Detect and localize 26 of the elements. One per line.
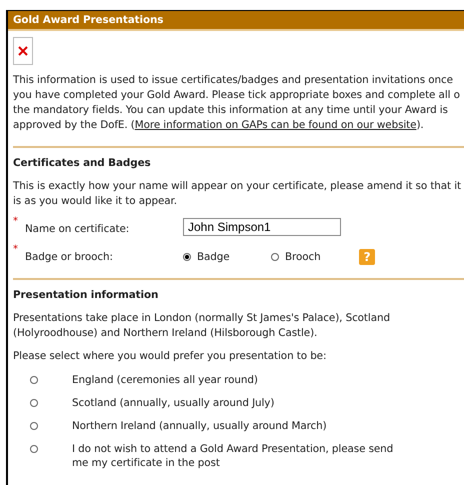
radio-label: Northern Ireland (annually, usually around March) bbox=[72, 419, 328, 433]
required-mark: * bbox=[13, 217, 19, 227]
field-label: Name on certificate: bbox=[25, 222, 130, 235]
radio-button[interactable] bbox=[30, 445, 38, 453]
radio-label: Scotland (annually, usually around July) bbox=[72, 396, 276, 410]
section-heading: Presentation information bbox=[13, 288, 160, 303]
radio-label: I do not wish to attend a Gold Award Presentation, please send me my certificate in the post bbox=[72, 442, 394, 470]
radio-label: Badge bbox=[197, 251, 230, 263]
radio-button[interactable] bbox=[30, 399, 38, 407]
section-heading: Certificates and Badges bbox=[13, 156, 152, 171]
website-link[interactable]: More information on GAPs can be found on our website bbox=[134, 119, 416, 131]
name-input[interactable]: John Simpson1 bbox=[183, 218, 341, 236]
presentation-text: Presentations take place in London (normally St James's Palace), Scotland (Holyroodhouse) and Northern Ireland (Hilsborough Castle). bbox=[13, 311, 391, 341]
field-label: Badge or brooch: bbox=[25, 250, 114, 263]
radio-button[interactable] bbox=[183, 253, 191, 261]
certificate-text: This is exactly how your name will appear on your certificate, please amend it so that it is as you would like it to appear. bbox=[13, 179, 462, 209]
broken-image-icon bbox=[13, 37, 33, 65]
radio-button[interactable] bbox=[30, 376, 38, 384]
radio-label: Brooch bbox=[285, 251, 321, 263]
radio-button[interactable] bbox=[271, 253, 279, 261]
radio-button[interactable] bbox=[30, 422, 38, 430]
radio-label: England (ceremonies all year round) bbox=[72, 373, 259, 387]
prompt-text: Please select where you would prefer you presentation to be: bbox=[13, 349, 328, 364]
required-mark: * bbox=[13, 245, 19, 255]
intro-text: This information is used to issue certificates/badges and presentation invitations once you have completed your Gold Award. Please tick appropriate boxes and complete all o the mandatory fields. You can update this information at any time until your Award is approved by the DofE. (More information on GAPs can be found on our website). bbox=[13, 73, 461, 133]
panel-title: Gold Award Presentations bbox=[8, 11, 464, 31]
